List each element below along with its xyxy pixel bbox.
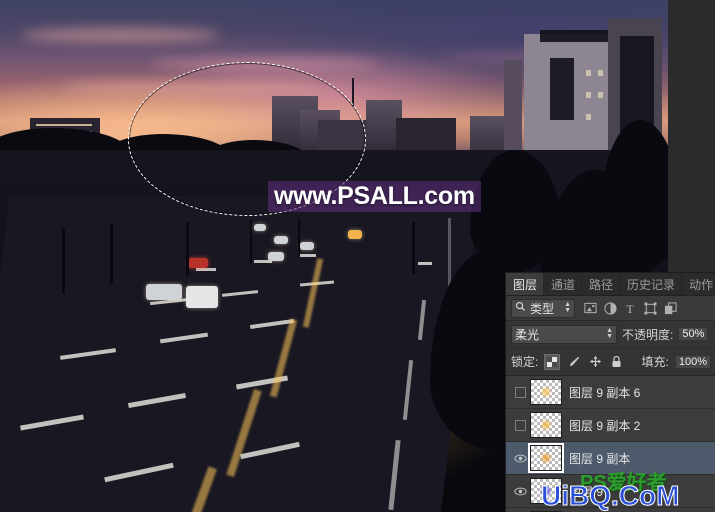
layer-thumbnail[interactable] <box>530 379 562 405</box>
fill-label: 填充: <box>642 353 669 370</box>
layer-thumbnail[interactable] <box>530 445 562 471</box>
type-filter-icon[interactable]: T <box>624 302 637 315</box>
eye-icon <box>514 487 527 496</box>
layer-visibility-toggle[interactable] <box>510 508 530 512</box>
visibility-off-icon <box>515 420 526 431</box>
lock-transparency-icon[interactable] <box>544 354 560 370</box>
shape-filter-icon[interactable] <box>644 302 657 315</box>
light-pole <box>62 228 65 294</box>
lock-position-icon[interactable] <box>588 355 602 369</box>
opacity-value[interactable]: 50% <box>678 327 708 341</box>
opacity-label: 不透明度: <box>622 326 673 343</box>
light-pole <box>412 222 415 274</box>
light-pole <box>186 222 189 276</box>
blend-mode-row: 柔光 ▲▼ 不透明度: 50% <box>506 321 715 348</box>
tab-history[interactable]: 历史记录 <box>620 273 682 295</box>
light-pole <box>448 218 451 288</box>
layer-filter-bar: 类型 ▲▼ T <box>506 296 715 321</box>
layer-name[interactable]: 图层 9 副本 6 <box>569 384 640 401</box>
tab-paths[interactable]: 路径 <box>582 273 620 295</box>
svg-text:T: T <box>626 302 634 315</box>
window-light <box>586 114 591 120</box>
visibility-off-icon <box>515 387 526 398</box>
vehicle <box>146 284 182 300</box>
pixel-filter-icon[interactable] <box>584 302 597 315</box>
search-icon <box>515 301 526 315</box>
vehicle <box>274 236 288 244</box>
lane-marking <box>196 268 216 271</box>
lock-image-icon[interactable] <box>567 355 581 369</box>
layer-visibility-toggle[interactable] <box>510 442 530 474</box>
thumbnail-content <box>539 453 553 464</box>
lock-buttons <box>544 354 623 370</box>
photo-watermark: www.PSALL.com <box>268 181 481 212</box>
layer-name[interactable]: 图层 9 副本 2 <box>569 417 640 434</box>
vehicle <box>268 252 284 261</box>
chevron-updown-icon[interactable]: ▲▼ <box>564 302 571 314</box>
filter-kind-label: 类型 <box>530 300 554 317</box>
panel-tab-strip: 图层 通道 路径 历史记录 动作 <box>506 273 715 296</box>
vehicle <box>188 258 208 268</box>
table-row[interactable]: 图层 9 副本 2 <box>506 409 715 442</box>
vehicle <box>254 224 266 231</box>
lock-row: 锁定: 填充: 100% <box>506 348 715 376</box>
crane <box>352 78 354 106</box>
chevron-updown-icon[interactable]: ▲▼ <box>606 328 613 340</box>
tab-channels[interactable]: 通道 <box>544 273 582 295</box>
vehicle <box>348 230 362 239</box>
smart-object-filter-icon[interactable] <box>664 302 677 315</box>
adjustment-filter-icon[interactable] <box>604 302 617 315</box>
tab-layers[interactable]: 图层 <box>506 273 544 295</box>
tab-actions[interactable]: 动作 <box>682 273 715 295</box>
vehicle <box>186 286 218 308</box>
layer-visibility-toggle[interactable] <box>510 475 530 507</box>
light-pole <box>250 220 252 264</box>
filter-type-icons: T <box>584 302 677 315</box>
blend-mode-value: 柔光 <box>515 326 539 343</box>
layer-visibility-toggle[interactable] <box>510 409 530 441</box>
fill-value[interactable]: 100% <box>675 355 711 369</box>
blend-mode-dropdown[interactable]: 柔光 ▲▼ <box>511 325 617 344</box>
vehicle <box>300 242 314 250</box>
layer-name[interactable]: 图层 9 副本 <box>569 450 630 467</box>
layer-thumbnail[interactable] <box>530 412 562 438</box>
window-light <box>598 70 603 76</box>
light-pole <box>298 218 300 256</box>
window-light <box>598 92 603 98</box>
thumbnail-content <box>539 387 553 398</box>
table-row[interactable]: 图层 9 副本 6 <box>506 376 715 409</box>
filter-kind-dropdown[interactable]: 类型 ▲▼ <box>511 299 575 318</box>
layer-visibility-toggle[interactable] <box>510 376 530 408</box>
building-sign <box>540 30 608 42</box>
site-watermark-blue: UiBQ.CoM <box>541 480 679 512</box>
window-light <box>586 70 591 76</box>
light-pole <box>110 224 113 284</box>
lane-marking <box>418 262 432 265</box>
window-light <box>586 92 591 98</box>
thumbnail-content <box>539 420 553 431</box>
lane-marking <box>300 254 316 257</box>
lock-label: 锁定: <box>511 353 538 370</box>
window-light <box>36 124 92 126</box>
photoshop-window: www.PSALL.com 图层 通道 路径 历史记录 动作 类型 ▲▼ <box>0 0 715 512</box>
eye-icon <box>514 454 527 463</box>
building-sign <box>550 58 574 120</box>
cloud <box>20 28 220 42</box>
lock-all-icon[interactable] <box>609 355 623 369</box>
